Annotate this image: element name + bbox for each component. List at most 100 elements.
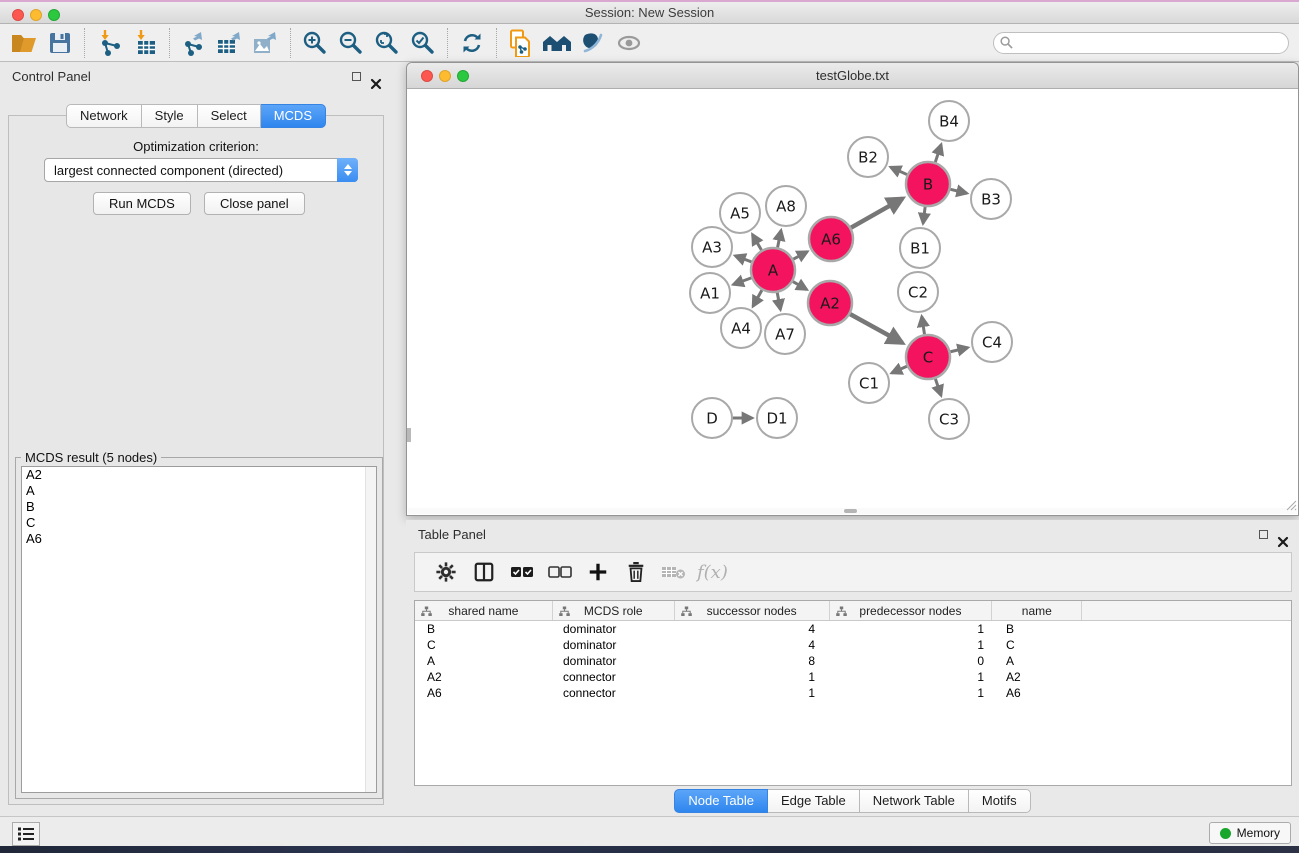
table-cell[interactable]: 1 — [675, 685, 830, 701]
float-table-panel-icon[interactable] — [1259, 530, 1268, 539]
select-stepper-icon[interactable] — [337, 158, 358, 182]
result-list-item[interactable]: A2 — [22, 467, 376, 483]
import-table-icon[interactable] — [127, 27, 163, 59]
refresh-icon[interactable] — [454, 27, 490, 59]
table-cell[interactable]: A2 — [415, 669, 553, 685]
graph-node-C3[interactable]: C3 — [929, 399, 969, 439]
table-row[interactable]: Bdominator41B — [415, 621, 1291, 637]
table-cell[interactable]: A2 — [993, 669, 1083, 685]
table-cell[interactable]: 1 — [830, 669, 993, 685]
table-cell[interactable]: dominator — [553, 637, 675, 653]
table-cell[interactable]: A6 — [415, 685, 553, 701]
graph-edge-B-B1[interactable] — [923, 207, 925, 224]
graph-node-A1[interactable]: A1 — [690, 273, 730, 313]
graph-edge-C-C1[interactable] — [892, 366, 907, 373]
graph-edge-C-C3[interactable] — [935, 379, 941, 396]
table-row[interactable]: A2connector11A2 — [415, 669, 1291, 685]
table-cell[interactable]: C — [415, 637, 553, 653]
search-input[interactable] — [993, 32, 1289, 54]
tab-network-table[interactable]: Network Table — [860, 789, 969, 813]
graph-node-B4[interactable]: B4 — [929, 101, 969, 141]
table-cell[interactable]: 4 — [675, 637, 830, 653]
column-header-successor-nodes[interactable]: successor nodes — [675, 601, 830, 620]
table-cell[interactable]: 4 — [675, 621, 830, 637]
tab-mcds[interactable]: MCDS — [261, 104, 326, 128]
table-cell[interactable]: 0 — [830, 653, 993, 669]
open-file-icon[interactable] — [6, 27, 42, 59]
float-panel-icon[interactable] — [352, 72, 361, 81]
graph-edge-A-A3[interactable] — [735, 256, 751, 262]
column-header-name[interactable]: name — [992, 601, 1082, 620]
vertical-scrollbar-handle[interactable] — [407, 428, 411, 442]
graph-edge-A-A1[interactable] — [733, 278, 751, 285]
tab-network[interactable]: Network — [66, 104, 142, 128]
column-manager-icon[interactable] — [465, 555, 503, 589]
result-list-item[interactable]: A6 — [22, 531, 376, 547]
tab-select[interactable]: Select — [198, 104, 261, 128]
graph-node-C2[interactable]: C2 — [898, 272, 938, 312]
tab-edge-table[interactable]: Edge Table — [768, 789, 860, 813]
tab-style[interactable]: Style — [142, 104, 198, 128]
settings-gear-icon[interactable] — [427, 555, 465, 589]
table-cell[interactable]: connector — [553, 669, 675, 685]
graph-node-A8[interactable]: A8 — [766, 186, 806, 226]
graph-node-C4[interactable]: C4 — [972, 322, 1012, 362]
export-image-icon[interactable] — [248, 27, 284, 59]
result-scrollbar[interactable] — [365, 467, 376, 792]
result-list-item[interactable]: A — [22, 483, 376, 499]
clone-network-icon[interactable] — [503, 27, 539, 59]
graph-edge-A-A2[interactable] — [793, 282, 807, 290]
graph-edge-A-A6[interactable] — [793, 252, 807, 260]
import-network-icon[interactable] — [91, 27, 127, 59]
graph-node-C1[interactable]: C1 — [849, 363, 889, 403]
optimization-criterion-select[interactable]: largest connected component (directed) — [44, 158, 358, 182]
zoom-selected-icon[interactable] — [405, 27, 441, 59]
table-cell[interactable]: B — [415, 621, 553, 637]
close-panel-button[interactable]: Close panel — [204, 192, 305, 215]
table-row[interactable]: Adominator80A — [415, 653, 1291, 669]
home-icon[interactable] — [539, 27, 575, 59]
table-cell[interactable]: A6 — [993, 685, 1083, 701]
table-cell[interactable]: 1 — [675, 669, 830, 685]
network-canvas[interactable]: B4B2BB3A5A8A6B1A3AA1C2A2A4A7C4CC1C3DD1 — [408, 89, 1297, 510]
graph-edge-A-A8[interactable] — [778, 230, 781, 247]
table-cell[interactable]: A — [415, 653, 553, 669]
add-column-icon[interactable] — [579, 555, 617, 589]
table-cell[interactable]: dominator — [553, 653, 675, 669]
graph-edge-A2-C[interactable] — [850, 314, 902, 343]
table-cell[interactable]: 1 — [830, 637, 993, 653]
graph-node-B[interactable]: B — [906, 162, 950, 206]
graph-node-A4[interactable]: A4 — [721, 308, 761, 348]
graph-node-A7[interactable]: A7 — [765, 314, 805, 354]
graph-edge-A-A5[interactable] — [752, 234, 761, 250]
graph-edge-B-B3[interactable] — [950, 189, 966, 193]
graph-node-A5[interactable]: A5 — [720, 193, 760, 233]
horizontal-scrollbar-handle[interactable] — [844, 509, 857, 513]
graph-node-D[interactable]: D — [692, 398, 732, 438]
graph-edge-A6-B[interactable] — [851, 198, 903, 227]
save-session-icon[interactable] — [42, 27, 78, 59]
mcds-result-list[interactable]: A2ABCA6 — [21, 466, 377, 793]
graph-node-B3[interactable]: B3 — [971, 179, 1011, 219]
graph-edge-A-A7[interactable] — [777, 293, 780, 310]
delete-column-icon[interactable] — [617, 555, 655, 589]
export-table-icon[interactable] — [212, 27, 248, 59]
table-cell[interactable]: 8 — [675, 653, 830, 669]
graph-edge-C-C4[interactable] — [950, 348, 967, 352]
graph-node-A2[interactable]: A2 — [808, 281, 852, 325]
select-all-icon[interactable] — [503, 555, 541, 589]
column-header-MCDS-role[interactable]: MCDS role — [553, 601, 675, 620]
result-list-item[interactable]: B — [22, 499, 376, 515]
deselect-all-icon[interactable] — [541, 555, 579, 589]
close-panel-icon[interactable] — [370, 71, 382, 101]
result-list-item[interactable]: C — [22, 515, 376, 531]
table-cell[interactable]: dominator — [553, 621, 675, 637]
zoom-fit-icon[interactable] — [369, 27, 405, 59]
column-header-predecessor-nodes[interactable]: predecessor nodes — [830, 601, 993, 620]
export-network-icon[interactable] — [176, 27, 212, 59]
graph-edge-C-C2[interactable] — [922, 317, 925, 335]
zoom-out-icon[interactable] — [333, 27, 369, 59]
task-history-button[interactable] — [12, 822, 40, 846]
table-cell[interactable]: C — [993, 637, 1083, 653]
table-cell[interactable]: connector — [553, 685, 675, 701]
